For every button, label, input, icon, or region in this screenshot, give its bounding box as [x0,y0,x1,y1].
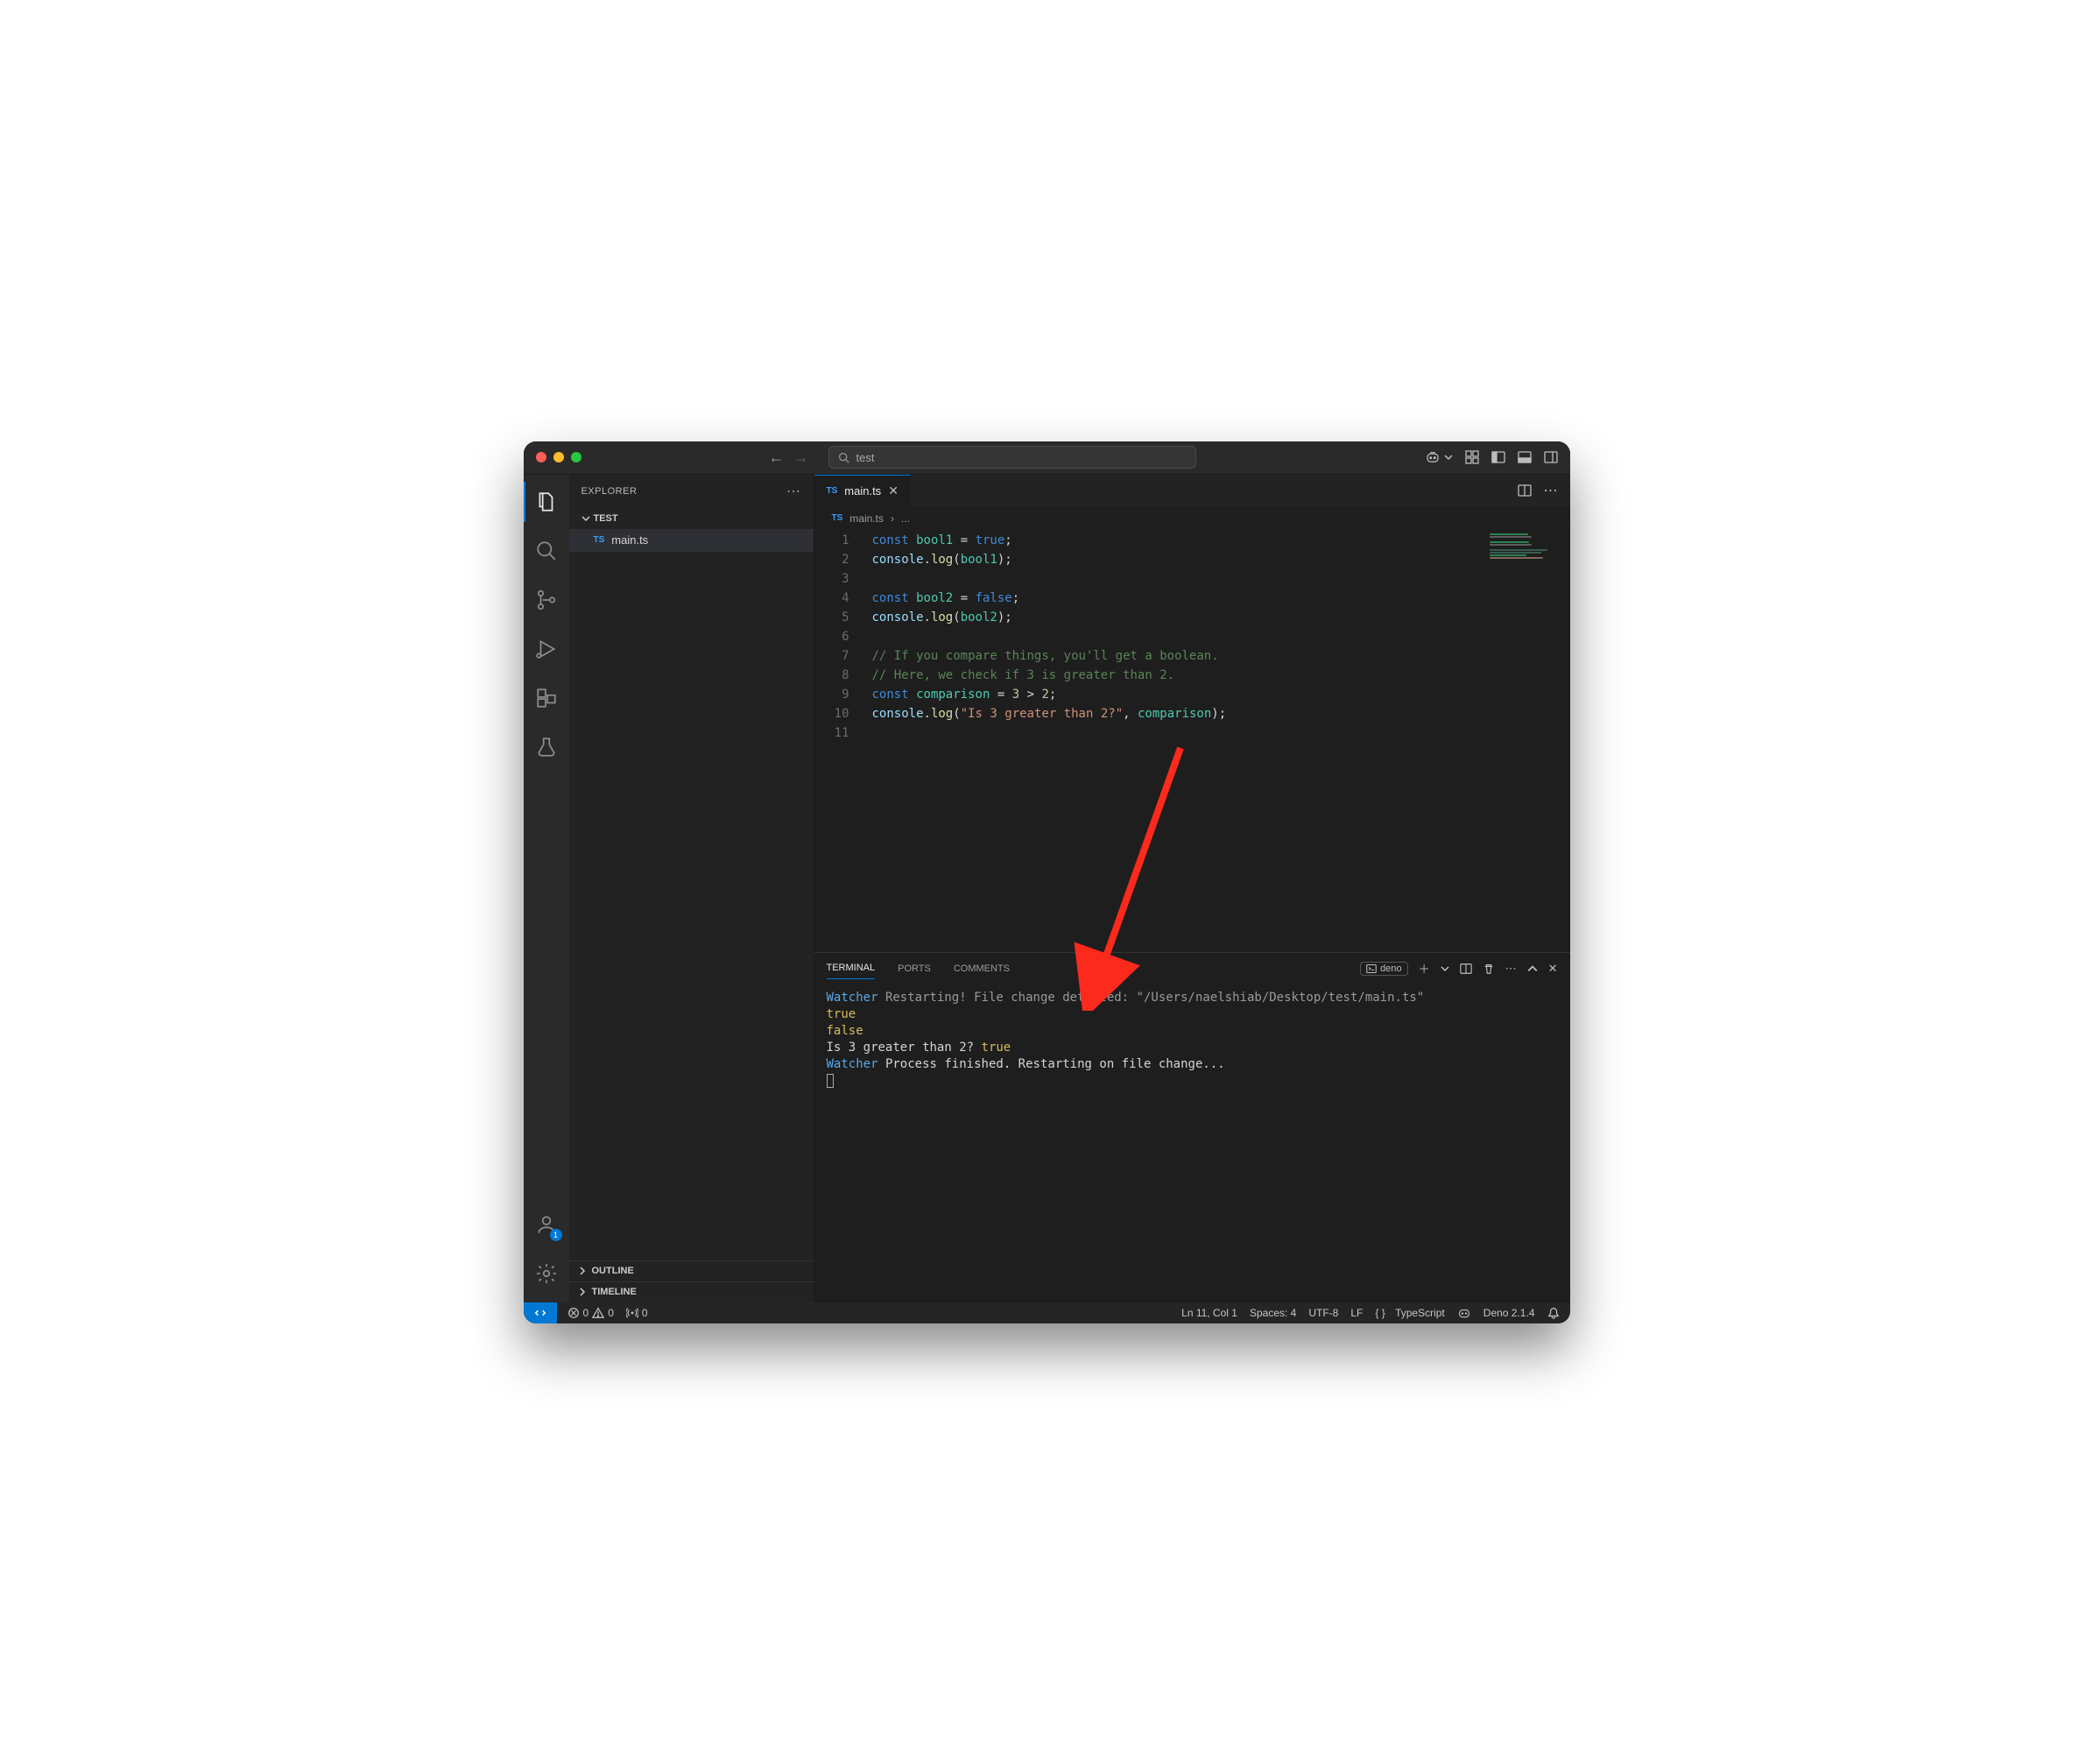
nav-back-icon[interactable]: ← [769,448,785,467]
status-ports[interactable]: 0 [626,1307,648,1319]
activity-testing[interactable] [524,725,569,769]
new-terminal-icon[interactable]: ＋ [1419,960,1430,977]
kill-terminal-icon[interactable] [1483,963,1495,975]
terminal-output[interactable]: Watcher Restarting! File change detected… [814,984,1570,1302]
status-errors: 0 [583,1307,589,1319]
minimap[interactable] [1490,533,1567,559]
file-item-main-ts[interactable]: TS main.ts [569,529,814,552]
toggle-panel-icon[interactable] [1518,450,1532,464]
vscode-window: ← → test [524,441,1570,1323]
status-notifications-icon[interactable] [1547,1307,1560,1319]
chevron-down-icon [1444,453,1453,462]
status-spaces[interactable]: Spaces: 4 [1250,1307,1296,1319]
chevron-right-icon [578,1267,587,1275]
tab-actions: ⋯ [1518,475,1570,507]
explorer-title: EXPLORER [581,486,638,497]
panel-more-icon[interactable]: ⋯ [1505,962,1517,976]
history-nav: ← → [769,448,809,467]
explorer-panel: EXPLORER ⋯ TEST TS main.ts OUTLINE TIMEL… [569,475,814,1302]
folder-header[interactable]: TEST [569,508,814,529]
panel-tab-ports[interactable]: PORTS [898,958,931,979]
activity-extensions[interactable] [524,676,569,720]
status-encoding[interactable]: UTF-8 [1308,1307,1338,1319]
titlebar: ← → test [524,441,1570,475]
line-gutter: 1234567891011 [814,529,863,952]
activity-explorer[interactable] [524,480,569,524]
code-editor[interactable]: 1234567891011 const bool1 = true;console… [814,529,1570,952]
status-eol[interactable]: LF [1350,1307,1363,1319]
accounts-badge: 1 [550,1229,562,1241]
editor-area: TS main.ts ✕ ⋯ TS main.ts › ... 12345678… [814,475,1570,1302]
tab-bar: TS main.ts ✕ ⋯ [814,475,1570,508]
tab-close-icon[interactable]: ✕ [888,483,899,498]
activity-search[interactable] [524,529,569,573]
status-warnings: 0 [608,1307,614,1319]
status-runtime[interactable]: Deno 2.1.4 [1483,1307,1535,1319]
remote-button[interactable] [524,1302,557,1323]
breadcrumb-file: main.ts [849,512,884,525]
activity-scm[interactable] [524,578,569,622]
titlebar-right [1425,449,1558,465]
explorer-more-icon[interactable]: ⋯ [786,483,801,500]
activity-settings[interactable] [524,1252,569,1295]
activity-run-debug[interactable] [524,627,569,671]
breadcrumb[interactable]: TS main.ts › ... [814,508,1570,529]
terminal-profile-label: deno [1380,963,1401,974]
split-terminal-icon[interactable] [1460,963,1472,975]
outline-section[interactable]: OUTLINE [569,1260,814,1281]
panel-tab-bar: TERMINAL PORTS COMMENTS deno ＋ ⋯ [814,953,1570,984]
status-cursor[interactable]: Ln 11, Col 1 [1181,1307,1237,1319]
code-content: const bool1 = true;console.log(bool1); c… [863,529,1570,952]
file-name: main.ts [611,533,648,547]
terminal-dropdown-icon[interactable] [1441,964,1449,973]
ts-file-icon: TS [827,486,838,496]
explorer-header: EXPLORER ⋯ [569,475,814,508]
minimize-window[interactable] [553,452,564,462]
outline-label: OUTLINE [592,1266,634,1276]
status-copilot[interactable] [1457,1306,1471,1320]
activity-bar: 1 [524,475,569,1302]
command-center[interactable]: test [828,446,1196,469]
window-controls [536,452,581,462]
nav-forward-icon[interactable]: → [793,448,809,467]
search-text: test [856,451,875,464]
ts-file-icon: TS [832,513,843,523]
layout-customize-icon[interactable] [1465,450,1479,464]
status-problems[interactable]: 0 0 [567,1307,614,1319]
tab-main-ts[interactable]: TS main.ts ✕ [814,475,911,507]
status-bar: 0 0 0 Ln 11, Col 1 Spaces: 4 UTF-8 LF { … [524,1302,1570,1323]
copilot-button[interactable] [1425,449,1453,465]
activity-accounts[interactable]: 1 [524,1203,569,1246]
toggle-primary-sidebar-icon[interactable] [1491,450,1505,464]
status-ports-count: 0 [642,1307,648,1319]
terminal-profile-button[interactable]: deno [1360,962,1407,976]
chevron-right-icon [578,1288,587,1296]
breadcrumb-sep: › [891,512,894,525]
split-editor-icon[interactable] [1518,483,1532,497]
chevron-down-icon [581,514,590,523]
timeline-section[interactable]: TIMELINE [569,1281,814,1302]
close-window[interactable] [536,452,546,462]
maximize-panel-icon[interactable] [1527,963,1538,974]
panel-tab-terminal[interactable]: TERMINAL [827,957,876,979]
ts-file-icon: TS [594,535,605,545]
panel-tab-comments[interactable]: COMMENTS [954,958,1010,979]
tab-more-icon[interactable]: ⋯ [1544,482,1558,499]
close-panel-icon[interactable]: ✕ [1548,962,1558,976]
folder-name: TEST [594,513,618,524]
breadcrumb-rest: ... [901,512,910,525]
timeline-label: TIMELINE [592,1287,637,1297]
search-icon [838,452,849,463]
status-lang[interactable]: { } TypeScript [1375,1307,1444,1319]
maximize-window[interactable] [571,452,581,462]
bottom-panel: TERMINAL PORTS COMMENTS deno ＋ ⋯ [814,952,1570,1302]
toggle-secondary-sidebar-icon[interactable] [1544,450,1558,464]
tab-label: main.ts [844,484,881,497]
